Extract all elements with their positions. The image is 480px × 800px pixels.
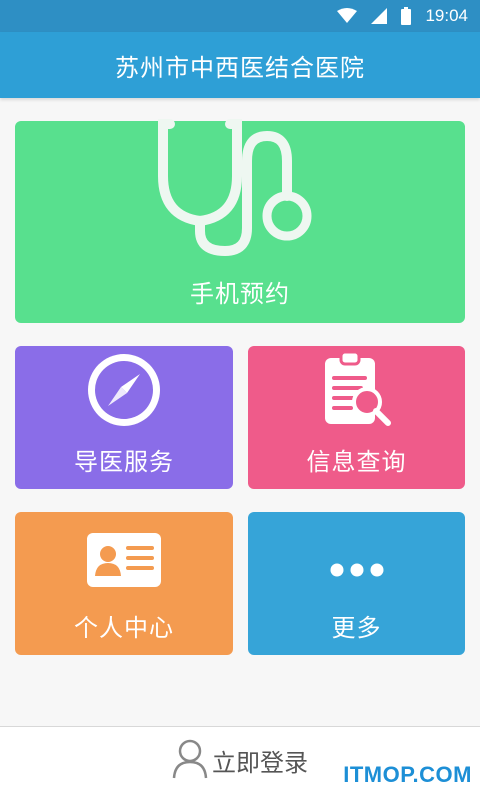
personal-center-tile[interactable]: 个人中心 [15,512,233,655]
personal-center-label: 个人中心 [74,614,174,642]
status-bar: 19:04 [0,0,480,32]
signal-icon [371,8,388,24]
login-button[interactable]: 立即登录 [172,739,308,783]
info-query-tile[interactable]: 信息查询 [248,346,465,489]
id-card-icon [86,532,162,592]
status-time: 19:04 [425,6,468,25]
more-dots-icon [329,562,385,582]
stethoscope-icon [155,116,325,260]
wifi-icon [337,8,358,24]
battery-icon [401,7,412,25]
user-icon [172,739,208,783]
watermark: ITMOP.COM [343,762,472,787]
app-title: 苏州市中西医结合医院 [115,53,365,82]
appointment-label: 手机预约 [190,280,290,308]
more-tile[interactable]: 更多 [248,512,465,655]
info-query-label: 信息查询 [306,448,407,476]
guide-service-tile[interactable]: 导医服务 [15,346,233,489]
app-bar: 苏州市中西医结合医院 [0,32,480,98]
appointment-tile[interactable]: 手机预约 [15,119,465,323]
login-label: 立即登录 [212,749,308,777]
more-label: 更多 [331,614,382,642]
guide-service-label: 导医服务 [74,448,174,476]
compass-icon [86,352,162,432]
clipboard-search-icon [319,350,395,432]
